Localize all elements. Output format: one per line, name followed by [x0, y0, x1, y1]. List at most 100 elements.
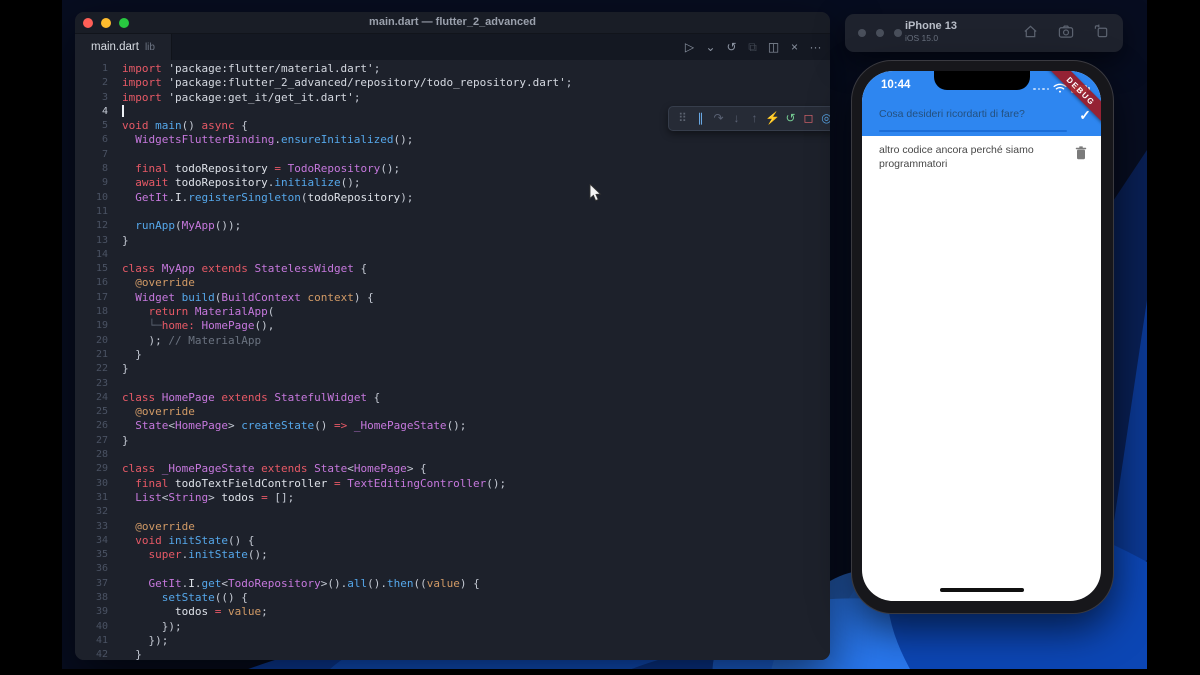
code-line-16[interactable]: 16 @override — [75, 276, 830, 290]
code-line-6[interactable]: 6 WidgetsFlutterBinding.ensureInitialize… — [75, 133, 830, 147]
line-number[interactable]: 39 — [75, 605, 122, 619]
line-number[interactable]: 12 — [75, 219, 122, 233]
screenshot-icon[interactable] — [1058, 24, 1074, 39]
step-over-icon[interactable]: ↷ — [710, 108, 727, 129]
line-number[interactable]: 11 — [75, 205, 122, 219]
code-line-10[interactable]: 10 GetIt.I.registerSingleton(todoReposit… — [75, 191, 830, 205]
code-line-34[interactable]: 34 void initState() { — [75, 534, 830, 548]
line-number[interactable]: 15 — [75, 262, 122, 276]
code-line-36[interactable]: 36 — [75, 562, 830, 576]
hot-reload-icon[interactable]: ⚡ — [764, 108, 781, 129]
home-indicator[interactable] — [939, 588, 1024, 592]
line-number[interactable]: 5 — [75, 119, 122, 133]
restart-icon[interactable]: ↺ — [782, 108, 799, 129]
code-line-12[interactable]: 12 runApp(MyApp()); — [75, 219, 830, 233]
line-number[interactable]: 26 — [75, 419, 122, 433]
code-line-15[interactable]: 15 class MyApp extends StatelessWidget { — [75, 262, 830, 276]
code-line-21[interactable]: 21 } — [75, 348, 830, 362]
line-number[interactable]: 34 — [75, 534, 122, 548]
line-number[interactable]: 19 — [75, 319, 122, 333]
run-debug-icon[interactable]: ▷ — [681, 40, 698, 54]
code-line-13[interactable]: 13} — [75, 234, 830, 248]
code-line-25[interactable]: 25 @override — [75, 405, 830, 419]
code-line-18[interactable]: 18 return MaterialApp( — [75, 305, 830, 319]
line-number[interactable]: 25 — [75, 405, 122, 419]
run-dropdown-chevron-icon[interactable]: ⌄ — [702, 40, 719, 54]
line-number[interactable]: 37 — [75, 577, 122, 591]
delete-todo-icon[interactable] — [1075, 146, 1087, 165]
step-out-icon[interactable]: ↑ — [746, 108, 763, 129]
code-line-17[interactable]: 17 Widget build(BuildContext context) { — [75, 291, 830, 305]
code-line-14[interactable]: 14 — [75, 248, 830, 262]
line-number[interactable]: 32 — [75, 505, 122, 519]
line-number[interactable]: 28 — [75, 448, 122, 462]
line-number[interactable]: 38 — [75, 591, 122, 605]
stop-icon[interactable]: ◻ — [800, 108, 817, 129]
code-line-39[interactable]: 39 todos = value; — [75, 605, 830, 619]
code-line-22[interactable]: 22} — [75, 362, 830, 376]
line-number[interactable]: 41 — [75, 634, 122, 648]
line-number[interactable]: 16 — [75, 276, 122, 290]
todo-input[interactable]: Cosa desideri ricordarti di fare? — [879, 108, 1025, 120]
minimize-window-button[interactable] — [876, 29, 884, 37]
simulator-titlebar[interactable]: iPhone 13 iOS 15.0 — [845, 14, 1123, 52]
code-line-11[interactable]: 11 — [75, 205, 830, 219]
line-number[interactable]: 36 — [75, 562, 122, 576]
pause-icon[interactable]: ∥ — [692, 108, 709, 129]
code-line-1[interactable]: 1 import 'package:flutter/material.dart'; — [75, 62, 830, 76]
line-number[interactable]: 31 — [75, 491, 122, 505]
line-number[interactable]: 6 — [75, 133, 122, 147]
line-number[interactable]: 18 — [75, 305, 122, 319]
code-line-33[interactable]: 33 @override — [75, 520, 830, 534]
code-editor[interactable]: 1 import 'package:flutter/material.dart';… — [75, 60, 830, 660]
code-line-38[interactable]: 38 setState(() { — [75, 591, 830, 605]
code-line-40[interactable]: 40 }); — [75, 620, 830, 634]
line-number[interactable]: 22 — [75, 362, 122, 376]
line-number[interactable]: 23 — [75, 377, 122, 391]
code-line-42[interactable]: 42 } — [75, 648, 830, 660]
line-number[interactable]: 17 — [75, 291, 122, 305]
zoom-window-button[interactable] — [894, 29, 902, 37]
code-line-26[interactable]: 26 State<HomePage> createState() => _Hom… — [75, 419, 830, 433]
code-line-19[interactable]: 19 └─home: HomePage(), — [75, 319, 830, 333]
code-line-32[interactable]: 32 — [75, 505, 830, 519]
line-number[interactable]: 9 — [75, 176, 122, 190]
line-number[interactable]: 14 — [75, 248, 122, 262]
code-line-30[interactable]: 30 final todoTextFieldController = TextE… — [75, 477, 830, 491]
line-number[interactable]: 4 — [75, 105, 122, 119]
timeline-icon[interactable]: ↺ — [723, 40, 740, 54]
more-actions-icon[interactable]: ··· — [807, 40, 824, 54]
line-number[interactable]: 33 — [75, 520, 122, 534]
line-number[interactable]: 40 — [75, 620, 122, 634]
code-line-41[interactable]: 41 }); — [75, 634, 830, 648]
split-editor-icon[interactable]: ◫ — [765, 40, 782, 54]
close-window-button[interactable] — [858, 29, 866, 37]
line-number[interactable]: 35 — [75, 548, 122, 562]
line-number[interactable]: 21 — [75, 348, 122, 362]
rotate-device-icon[interactable] — [1094, 24, 1109, 39]
code-line-8[interactable]: 8 final todoRepository = TodoRepository(… — [75, 162, 830, 176]
line-number[interactable]: 13 — [75, 234, 122, 248]
line-number[interactable]: 2 — [75, 76, 122, 90]
line-number[interactable]: 24 — [75, 391, 122, 405]
code-line-3[interactable]: 3 import 'package:get_it/get_it.dart'; — [75, 91, 830, 105]
code-line-9[interactable]: 9 await todoRepository.initialize(); — [75, 176, 830, 190]
line-number[interactable]: 20 — [75, 334, 122, 348]
line-number[interactable]: 7 — [75, 148, 122, 162]
code-line-27[interactable]: 27} — [75, 434, 830, 448]
code-line-35[interactable]: 35 super.initState(); — [75, 548, 830, 562]
tab-main-dart[interactable]: main.dart lib — [75, 34, 172, 60]
drag-handle-icon[interactable]: ⠿ — [674, 108, 691, 129]
line-number[interactable]: 10 — [75, 191, 122, 205]
preview-icon[interactable]: ⧉ — [744, 40, 761, 55]
code-line-20[interactable]: 20 ); // MaterialApp — [75, 334, 830, 348]
step-into-icon[interactable]: ↓ — [728, 108, 745, 129]
line-number[interactable]: 42 — [75, 648, 122, 660]
code-line-2[interactable]: 2 import 'package:flutter_2_advanced/repo… — [75, 76, 830, 90]
line-number[interactable]: 3 — [75, 91, 122, 105]
code-line-24[interactable]: 24 class HomePage extends StatefulWidget … — [75, 391, 830, 405]
close-icon[interactable]: × — [786, 40, 803, 54]
code-line-37[interactable]: 37 GetIt.I.get<TodoRepository>().all().t… — [75, 577, 830, 591]
line-number[interactable]: 8 — [75, 162, 122, 176]
line-number[interactable]: 29 — [75, 462, 122, 476]
